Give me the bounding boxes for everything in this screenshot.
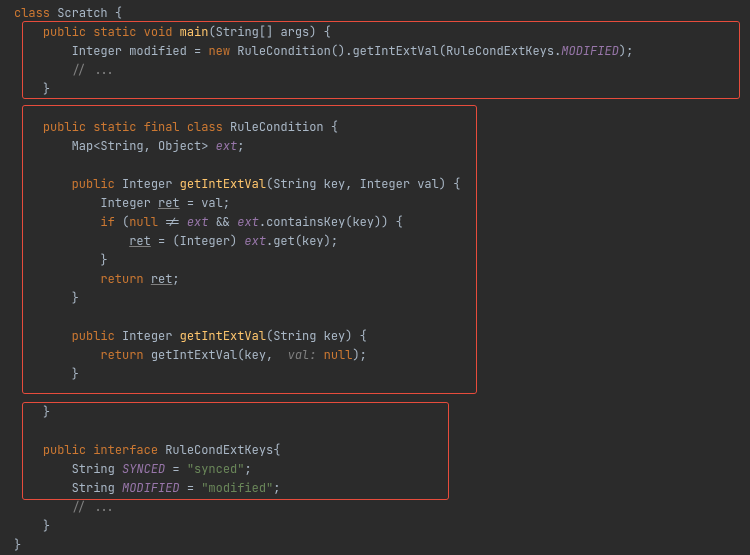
code-line: class Scratch { (14, 4, 750, 23)
code-line: return ret; (14, 270, 750, 289)
code-line: // ... (14, 498, 750, 517)
code-line: } (14, 80, 750, 99)
code-line: // ... (14, 61, 750, 80)
blank-line (14, 384, 750, 403)
code-line: } (14, 365, 750, 384)
blank-line (14, 99, 750, 118)
code-line: public Integer getIntExtVal(String key, … (14, 175, 750, 194)
code-line: } (14, 517, 750, 536)
code-line: } (14, 289, 750, 308)
code-line: Integer ret = val; (14, 194, 750, 213)
code-line: String SYNCED = "synced"; (14, 460, 750, 479)
code-line: ret = (Integer) ext.get(key); (14, 232, 750, 251)
code-line: Integer modified = new RuleCondition().g… (14, 42, 750, 61)
code-line: } (14, 403, 750, 422)
code-line: public static void main(String[] args) { (14, 23, 750, 42)
code-line: return getIntExtVal(key, val: null); (14, 346, 750, 365)
code-line: public static final class RuleCondition … (14, 118, 750, 137)
blank-line (14, 156, 750, 175)
code-line: } (14, 536, 750, 555)
blank-line (14, 422, 750, 441)
code-line: } (14, 251, 750, 270)
code-line: String MODIFIED = "modified"; (14, 479, 750, 498)
code-line: public Integer getIntExtVal(String key) … (14, 327, 750, 346)
code-line: Map<String, Object> ext; (14, 137, 750, 156)
blank-line (14, 308, 750, 327)
code-editor[interactable]: class Scratch { public static void main(… (14, 4, 750, 555)
code-line: public interface RuleCondExtKeys{ (14, 441, 750, 460)
code-line: if (null != ext && ext.containsKey(key))… (14, 213, 750, 232)
